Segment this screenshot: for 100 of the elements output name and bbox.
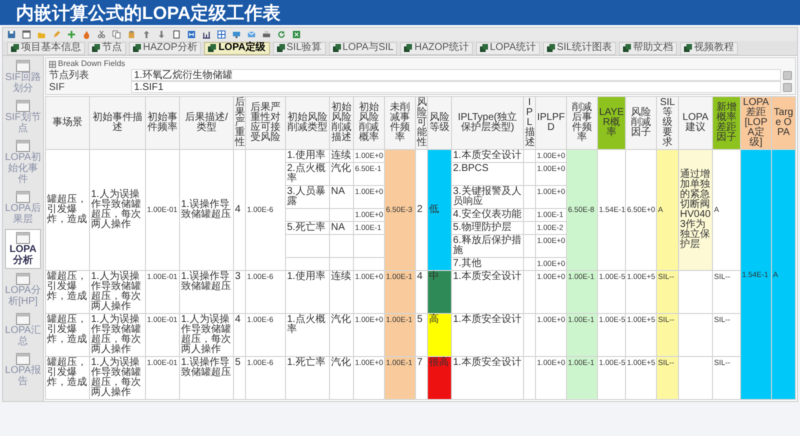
arrow-down-icon[interactable] bbox=[157, 30, 166, 39]
tab[interactable]: 项目基本信息 bbox=[7, 42, 85, 54]
copy-icon[interactable] bbox=[112, 30, 121, 39]
column-header[interactable]: 初始风险削减描述 bbox=[330, 96, 354, 150]
window-icon bbox=[92, 44, 100, 52]
window-icon bbox=[16, 100, 30, 112]
window-icon bbox=[622, 44, 631, 52]
document-icon[interactable] bbox=[172, 30, 181, 39]
column-header[interactable]: Targe OPA bbox=[772, 96, 796, 150]
tab[interactable]: 帮助文档 bbox=[618, 42, 677, 54]
column-header[interactable]: 后果严重性对应可接受风险 bbox=[246, 96, 286, 150]
table-cell: 通过增加单独的紧急切断阀HV0403作为独立保护层 bbox=[678, 150, 712, 270]
column-header[interactable]: 初始事件频率 bbox=[146, 96, 180, 150]
table-cell: 4.安全仪表功能 bbox=[452, 208, 524, 222]
risk-level-cell: 中 bbox=[428, 270, 452, 314]
table-cell: 1.本质安全设计 bbox=[452, 270, 524, 314]
column-header[interactable]: 风险可能性 bbox=[416, 96, 428, 150]
column-header[interactable]: IPLPFD bbox=[536, 96, 566, 150]
grid-icon[interactable] bbox=[217, 30, 226, 39]
window-icon bbox=[16, 60, 30, 72]
table-cell: 1.本质安全设计 bbox=[452, 356, 524, 400]
tab[interactable]: LOPA定级 bbox=[204, 42, 270, 54]
table-cell: 2.BPCS bbox=[452, 162, 524, 186]
window-icon bbox=[16, 191, 30, 203]
window-icon bbox=[480, 44, 488, 52]
table-cell: 1.误操作导致储罐超压 bbox=[180, 150, 234, 270]
envelope-icon[interactable] bbox=[247, 30, 256, 39]
column-header[interactable]: LOPA差距[LOPA定级] bbox=[740, 96, 772, 150]
flame-icon[interactable] bbox=[82, 30, 91, 39]
table-cell: 2.点火概率 bbox=[286, 162, 330, 186]
sidebar-item[interactable]: LOPA分析 bbox=[5, 229, 41, 269]
spreadsheet-icon[interactable] bbox=[292, 30, 301, 39]
panel-title: Break Down Fields bbox=[58, 59, 126, 69]
column-header[interactable]: IPLType(独立保护层类型) bbox=[452, 96, 524, 150]
column-header[interactable]: 初始事件描述 bbox=[90, 96, 146, 150]
tab[interactable]: HAZOP统计 bbox=[400, 42, 473, 54]
table-cell: 汽化 bbox=[330, 162, 354, 186]
column-header[interactable]: 风险削减因子 bbox=[626, 96, 656, 150]
table-cell: 1.使用率 bbox=[286, 270, 330, 314]
column-header[interactable]: 新增概率差距因子 bbox=[712, 96, 740, 150]
scissors-icon[interactable] bbox=[97, 30, 106, 39]
text-field[interactable]: 1.环氧乙烷衍生物储罐 bbox=[131, 69, 781, 81]
tab[interactable]: SIL统计图表 bbox=[542, 42, 616, 54]
risk-level-cell: 低 bbox=[428, 150, 452, 270]
table-cell: 连续 bbox=[330, 270, 354, 314]
tab[interactable]: HAZOP分析 bbox=[129, 42, 202, 54]
column-header[interactable]: 事场景 bbox=[46, 96, 90, 150]
refresh-icon[interactable] bbox=[277, 30, 286, 39]
table-cell: 3.关键报警及人员响应 bbox=[452, 186, 524, 208]
window-icon bbox=[404, 44, 412, 52]
column-header[interactable]: 初始风险削减概率 bbox=[354, 96, 384, 150]
table-cell: 罐超压，引发爆炸，造成 bbox=[46, 270, 90, 314]
clipboard-icon[interactable] bbox=[127, 30, 136, 39]
pencil-icon[interactable] bbox=[52, 30, 61, 39]
table-cell: 罐超压，引发爆炸，造成 bbox=[46, 356, 90, 400]
column-header[interactable]: 风险等级 bbox=[428, 96, 452, 150]
window-icon bbox=[684, 44, 692, 52]
table-cell: 5 bbox=[234, 356, 246, 400]
window-icon[interactable] bbox=[22, 30, 31, 39]
tab[interactable]: LOPA统计 bbox=[476, 42, 540, 54]
window-icon bbox=[16, 273, 30, 285]
table-cell: 1.人为误操作导致储罐超压，每次两人操作 bbox=[90, 314, 146, 356]
table-cell: 5.死亡率 bbox=[286, 222, 330, 234]
text-field[interactable]: 1.SIF1 bbox=[131, 81, 781, 93]
monitor-icon[interactable] bbox=[232, 30, 241, 39]
tab[interactable]: SIL验算 bbox=[272, 42, 326, 54]
window-icon bbox=[332, 44, 341, 52]
chart-icon[interactable] bbox=[202, 30, 211, 39]
column-header[interactable]: SIL等级要求 bbox=[656, 96, 678, 150]
column-header[interactable]: LAYER概率 bbox=[598, 96, 626, 150]
table-cell: 3.人员暴露 bbox=[286, 186, 330, 208]
risk-level-cell: 很高 bbox=[428, 356, 452, 400]
table-cell: 4 bbox=[234, 150, 246, 270]
table-cell: 汽化 bbox=[330, 356, 354, 400]
column-header[interactable]: 未削减事件频率 bbox=[384, 96, 416, 150]
table-cell: 连续 bbox=[330, 150, 354, 162]
table-cell: 1.人为误操作导致储罐超压，每次两人操作 bbox=[90, 356, 146, 400]
column-header[interactable]: 初始风险削减类型 bbox=[286, 96, 330, 150]
risk-level-cell: 高 bbox=[428, 314, 452, 356]
column-header[interactable]: LOPA建议 bbox=[678, 96, 712, 150]
plus-icon[interactable] bbox=[67, 30, 76, 39]
column-header[interactable]: 后果描述/类型 bbox=[180, 96, 234, 150]
column-header[interactable]: 削减后事件频率 bbox=[566, 96, 598, 150]
printer-icon[interactable] bbox=[262, 30, 271, 39]
tab[interactable]: LOPA与SIL bbox=[328, 42, 398, 54]
table-cell: 5.物理防护层 bbox=[452, 222, 524, 234]
window-icon bbox=[16, 313, 30, 325]
window-icon bbox=[16, 140, 30, 152]
table-cell: 罐超压，引发爆炸，造成 bbox=[46, 314, 90, 356]
table-cell: 1.误操作导致储罐超压 bbox=[180, 356, 234, 400]
window-icon bbox=[16, 353, 30, 365]
letter-h-square-icon[interactable] bbox=[187, 30, 196, 39]
table-cell: 6.释放后保护措施 bbox=[452, 234, 524, 258]
tab[interactable]: 节点 bbox=[88, 42, 126, 54]
tab[interactable]: 视频教程 bbox=[680, 42, 738, 54]
column-header[interactable]: IPL描述 bbox=[524, 96, 536, 150]
arrow-up-icon[interactable] bbox=[142, 30, 151, 39]
column-header[interactable]: 后果严重性 bbox=[234, 96, 246, 150]
table-cell: 1.使用率 bbox=[286, 150, 330, 162]
table-cell: 1.本质安全设计 bbox=[452, 150, 524, 162]
